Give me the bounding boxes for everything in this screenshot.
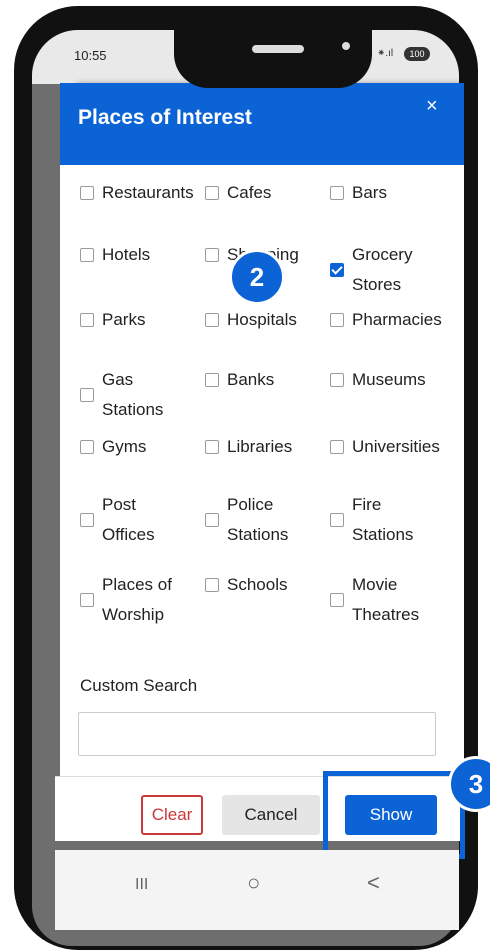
- step-marker-2: 2: [229, 249, 285, 305]
- checkbox[interactable]: [330, 186, 344, 200]
- option-label: Fire Stations: [352, 495, 414, 544]
- side-button: [14, 200, 22, 272]
- option-label: Cafes: [227, 183, 272, 202]
- home-icon[interactable]: ○: [247, 870, 260, 896]
- checkbox[interactable]: [205, 248, 219, 262]
- checkbox[interactable]: [205, 513, 219, 527]
- option-label: Gas Stations: [102, 370, 164, 419]
- checkbox[interactable]: [330, 373, 344, 387]
- show-button-highlight: [323, 771, 465, 859]
- option-label: Police Stations: [227, 495, 289, 544]
- checkbox[interactable]: [80, 313, 94, 327]
- system-navbar: III ○ <: [55, 850, 459, 930]
- camera-icon: [342, 42, 350, 50]
- option-label: Parks: [102, 310, 146, 329]
- option-label: Libraries: [227, 437, 293, 456]
- checkbox[interactable]: [330, 313, 344, 327]
- checkbox[interactable]: [80, 440, 94, 454]
- signal-icon: ⁕.ıl: [377, 48, 394, 59]
- clear-button[interactable]: Clear: [141, 795, 203, 835]
- option-gas-stations[interactable]: Gas Stations: [80, 365, 192, 425]
- option-label: Bars: [352, 183, 387, 202]
- custom-search-input[interactable]: [78, 712, 436, 756]
- option-bars[interactable]: Bars: [330, 178, 442, 208]
- recents-icon[interactable]: III: [135, 876, 148, 894]
- checkbox[interactable]: [330, 593, 344, 607]
- option-parks[interactable]: Parks: [80, 305, 192, 335]
- option-label: Places of Worship: [102, 575, 172, 624]
- option-gyms[interactable]: Gyms: [80, 432, 192, 462]
- option-label: Restaurants: [102, 183, 194, 202]
- checkbox[interactable]: [80, 593, 94, 607]
- checkbox[interactable]: [205, 578, 219, 592]
- back-icon[interactable]: <: [367, 870, 380, 896]
- custom-search-label: Custom Search: [80, 676, 198, 695]
- side-button: [14, 140, 22, 182]
- checkbox[interactable]: [205, 373, 219, 387]
- option-label: Hospitals: [227, 310, 297, 329]
- option-police-stations[interactable]: Police Stations: [205, 490, 317, 550]
- option-label: Banks: [227, 370, 275, 389]
- checkbox[interactable]: [80, 513, 94, 527]
- option-universities[interactable]: Universities: [330, 432, 442, 462]
- option-label: Pharmacies: [352, 310, 442, 329]
- option-restaurants[interactable]: Restaurants: [80, 178, 194, 208]
- option-museums[interactable]: Museums: [330, 365, 442, 395]
- option-places-of-worship[interactable]: Places of Worship: [80, 570, 192, 630]
- option-banks[interactable]: Banks: [205, 365, 317, 395]
- option-label: Post Offices: [102, 495, 155, 544]
- checkbox[interactable]: [330, 440, 344, 454]
- option-label: Movie Theatres: [352, 575, 420, 624]
- checkbox[interactable]: [330, 513, 344, 527]
- speaker-icon: [252, 45, 304, 53]
- checkbox[interactable]: [330, 263, 344, 277]
- option-label: Schools: [227, 575, 288, 594]
- close-icon[interactable]: ×: [426, 95, 438, 118]
- cancel-button[interactable]: Cancel: [222, 795, 320, 835]
- option-grocery-stores[interactable]: Grocery Stores: [330, 240, 442, 300]
- checkbox[interactable]: [80, 248, 94, 262]
- side-button: [14, 288, 22, 360]
- checkbox[interactable]: [80, 388, 94, 402]
- option-label: Museums: [352, 370, 426, 389]
- option-pharmacies[interactable]: Pharmacies: [330, 305, 442, 335]
- checkbox[interactable]: [205, 186, 219, 200]
- option-label: Hotels: [102, 245, 151, 264]
- option-hotels[interactable]: Hotels: [80, 240, 192, 270]
- battery-icon: 100: [404, 47, 430, 61]
- option-libraries[interactable]: Libraries: [205, 432, 317, 462]
- option-fire-stations[interactable]: Fire Stations: [330, 490, 442, 550]
- option-label: Grocery Stores: [352, 245, 413, 294]
- option-post-offices[interactable]: Post Offices: [80, 490, 192, 550]
- option-label: Gyms: [102, 437, 147, 456]
- checkbox[interactable]: [205, 313, 219, 327]
- dialog-header: Places of Interest ×: [60, 83, 464, 165]
- option-label: Universities: [352, 437, 440, 456]
- checkbox[interactable]: [205, 440, 219, 454]
- option-cafes[interactable]: Cafes: [205, 178, 317, 208]
- dialog-title: Places of Interest: [78, 106, 252, 129]
- camera-notch: [174, 30, 372, 88]
- option-movie-theatres[interactable]: Movie Theatres: [330, 570, 442, 630]
- checkbox[interactable]: [80, 186, 94, 200]
- option-hospitals[interactable]: Hospitals: [205, 305, 317, 335]
- option-schools[interactable]: Schools: [205, 570, 317, 600]
- status-time: 10:55: [74, 48, 107, 63]
